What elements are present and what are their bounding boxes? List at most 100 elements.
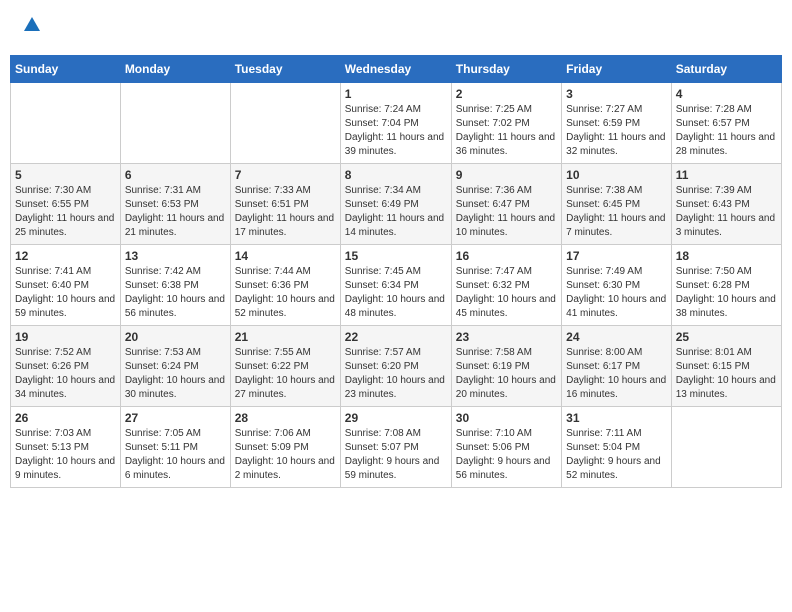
calendar-cell: 11Sunrise: 7:39 AMSunset: 6:43 PMDayligh… bbox=[671, 164, 781, 245]
weekday-header-friday: Friday bbox=[562, 56, 672, 83]
day-number: 4 bbox=[676, 87, 777, 101]
day-number: 13 bbox=[125, 249, 226, 263]
weekday-header-saturday: Saturday bbox=[671, 56, 781, 83]
day-info: Sunrise: 7:38 AMSunset: 6:45 PMDaylight:… bbox=[566, 184, 667, 240]
day-info: Sunrise: 7:50 AMSunset: 6:28 PMDaylight:… bbox=[676, 265, 777, 321]
day-info: Sunrise: 7:25 AMSunset: 7:02 PMDaylight:… bbox=[456, 103, 557, 159]
calendar-cell: 15 Sunrise: 7:45 AMSunset: 6:34 PMDayligh… bbox=[340, 245, 451, 326]
calendar-table: SundayMondayTuesdayWednesdayThursdayFrid… bbox=[10, 55, 782, 488]
week-row-2: 5Sunrise: 7:30 AMSunset: 6:55 PMDaylight… bbox=[11, 164, 782, 245]
calendar-cell: 16Sunrise: 7:47 AMSunset: 6:32 PMDayligh… bbox=[451, 245, 561, 326]
day-info: Sunrise: 7:33 AMSunset: 6:51 PMDaylight:… bbox=[235, 184, 336, 240]
calendar-cell: 10 Sunrise: 7:38 AMSunset: 6:45 PMDayligh… bbox=[562, 164, 672, 245]
day-number: 24 bbox=[566, 330, 667, 344]
day-number: 31 bbox=[566, 411, 667, 425]
page-header bbox=[10, 10, 782, 45]
day-info: Sunrise: 7:28 AMSunset: 6:57 PMDaylight:… bbox=[676, 103, 777, 159]
weekday-header-row: SundayMondayTuesdayWednesdayThursdayFrid… bbox=[11, 56, 782, 83]
day-info: Sunrise: 7:49 AMSunset: 6:30 PMDaylight:… bbox=[566, 265, 667, 321]
day-info: Sunrise: 7:58 AMSunset: 6:19 PMDaylight:… bbox=[456, 346, 557, 402]
day-info: Sunrise: 7:41 AMSunset: 6:40 PMDaylight:… bbox=[15, 265, 116, 321]
day-info: Sunrise: 7:44 AMSunset: 6:36 PMDaylight:… bbox=[235, 265, 336, 321]
calendar-cell bbox=[120, 83, 230, 164]
calendar-cell: 2 Sunrise: 7:25 AMSunset: 7:02 PMDaylight… bbox=[451, 83, 561, 164]
day-number: 19 bbox=[15, 330, 116, 344]
calendar-cell: 19 Sunrise: 7:52 AMSunset: 6:26 PMDayligh… bbox=[11, 326, 121, 407]
day-info: Sunrise: 7:53 AMSunset: 6:24 PMDaylight:… bbox=[125, 346, 226, 402]
calendar-cell: 23 Sunrise: 7:58 AMSunset: 6:19 PMDayligh… bbox=[451, 326, 561, 407]
day-number: 28 bbox=[235, 411, 336, 425]
day-info: Sunrise: 7:55 AMSunset: 6:22 PMDaylight:… bbox=[235, 346, 336, 402]
day-number: 11 bbox=[676, 168, 777, 182]
calendar-cell: 22 Sunrise: 7:57 AMSunset: 6:20 PMDayligh… bbox=[340, 326, 451, 407]
day-number: 14 bbox=[235, 249, 336, 263]
calendar-cell: 6 Sunrise: 7:31 AMSunset: 6:53 PMDaylight… bbox=[120, 164, 230, 245]
calendar-cell bbox=[11, 83, 121, 164]
day-info: Sunrise: 8:00 AMSunset: 6:17 PMDaylight:… bbox=[566, 346, 667, 402]
weekday-header-wednesday: Wednesday bbox=[340, 56, 451, 83]
day-number: 16 bbox=[456, 249, 557, 263]
day-number: 12 bbox=[15, 249, 116, 263]
day-number: 29 bbox=[345, 411, 447, 425]
day-number: 10 bbox=[566, 168, 667, 182]
day-number: 6 bbox=[125, 168, 226, 182]
day-number: 20 bbox=[125, 330, 226, 344]
calendar-cell: 25 Sunrise: 8:01 AMSunset: 6:15 PMDayligh… bbox=[671, 326, 781, 407]
calendar-cell bbox=[671, 407, 781, 488]
day-info: Sunrise: 7:06 AMSunset: 5:09 PMDaylight:… bbox=[235, 427, 336, 483]
week-row-3: 12 Sunrise: 7:41 AMSunset: 6:40 PMDayligh… bbox=[11, 245, 782, 326]
day-info: Sunrise: 7:11 AMSunset: 5:04 PMDaylight:… bbox=[566, 427, 667, 483]
day-number: 27 bbox=[125, 411, 226, 425]
calendar-cell: 31 Sunrise: 7:11 AMSunset: 5:04 PMDayligh… bbox=[562, 407, 672, 488]
day-info: Sunrise: 7:31 AMSunset: 6:53 PMDaylight:… bbox=[125, 184, 226, 240]
calendar-cell: 26Sunrise: 7:03 AMSunset: 5:13 PMDayligh… bbox=[11, 407, 121, 488]
calendar-cell: 30 Sunrise: 7:10 AMSunset: 5:06 PMDayligh… bbox=[451, 407, 561, 488]
day-info: Sunrise: 7:30 AMSunset: 6:55 PMDaylight:… bbox=[15, 184, 116, 240]
day-info: Sunrise: 7:42 AMSunset: 6:38 PMDaylight:… bbox=[125, 265, 226, 321]
day-number: 25 bbox=[676, 330, 777, 344]
weekday-header-sunday: Sunday bbox=[11, 56, 121, 83]
week-row-4: 19 Sunrise: 7:52 AMSunset: 6:26 PMDayligh… bbox=[11, 326, 782, 407]
calendar-cell: 7 Sunrise: 7:33 AMSunset: 6:51 PMDaylight… bbox=[230, 164, 340, 245]
calendar-cell: 13 Sunrise: 7:42 AMSunset: 6:38 PMDayligh… bbox=[120, 245, 230, 326]
day-info: Sunrise: 7:45 AMSunset: 6:34 PMDaylight:… bbox=[345, 265, 447, 321]
day-number: 30 bbox=[456, 411, 557, 425]
day-info: Sunrise: 7:10 AMSunset: 5:06 PMDaylight:… bbox=[456, 427, 557, 483]
day-number: 1 bbox=[345, 87, 447, 101]
logo-icon bbox=[22, 15, 42, 35]
day-number: 3 bbox=[566, 87, 667, 101]
day-number: 15 bbox=[345, 249, 447, 263]
weekday-header-tuesday: Tuesday bbox=[230, 56, 340, 83]
calendar-cell: 21 Sunrise: 7:55 AMSunset: 6:22 PMDayligh… bbox=[230, 326, 340, 407]
calendar-cell: 1 Sunrise: 7:24 AMSunset: 7:04 PMDaylight… bbox=[340, 83, 451, 164]
logo bbox=[20, 15, 42, 40]
day-info: Sunrise: 7:03 AMSunset: 5:13 PMDaylight:… bbox=[15, 427, 116, 483]
day-info: Sunrise: 7:08 AMSunset: 5:07 PMDaylight:… bbox=[345, 427, 447, 483]
day-number: 2 bbox=[456, 87, 557, 101]
day-info: Sunrise: 8:01 AMSunset: 6:15 PMDaylight:… bbox=[676, 346, 777, 402]
calendar-cell: 28 Sunrise: 7:06 AMSunset: 5:09 PMDayligh… bbox=[230, 407, 340, 488]
day-number: 8 bbox=[345, 168, 447, 182]
day-info: Sunrise: 7:24 AMSunset: 7:04 PMDaylight:… bbox=[345, 103, 447, 159]
week-row-5: 26Sunrise: 7:03 AMSunset: 5:13 PMDayligh… bbox=[11, 407, 782, 488]
calendar-cell: 24 Sunrise: 8:00 AMSunset: 6:17 PMDayligh… bbox=[562, 326, 672, 407]
calendar-cell: 14 Sunrise: 7:44 AMSunset: 6:36 PMDayligh… bbox=[230, 245, 340, 326]
calendar-cell bbox=[230, 83, 340, 164]
calendar-cell: 17Sunrise: 7:49 AMSunset: 6:30 PMDayligh… bbox=[562, 245, 672, 326]
calendar-cell: 27Sunrise: 7:05 AMSunset: 5:11 PMDayligh… bbox=[120, 407, 230, 488]
calendar-cell: 18 Sunrise: 7:50 AMSunset: 6:28 PMDayligh… bbox=[671, 245, 781, 326]
weekday-header-monday: Monday bbox=[120, 56, 230, 83]
day-number: 9 bbox=[456, 168, 557, 182]
calendar-cell: 8Sunrise: 7:34 AMSunset: 6:49 PMDaylight… bbox=[340, 164, 451, 245]
day-info: Sunrise: 7:57 AMSunset: 6:20 PMDaylight:… bbox=[345, 346, 447, 402]
day-number: 23 bbox=[456, 330, 557, 344]
calendar-cell: 29 Sunrise: 7:08 AMSunset: 5:07 PMDayligh… bbox=[340, 407, 451, 488]
week-row-1: 1 Sunrise: 7:24 AMSunset: 7:04 PMDaylight… bbox=[11, 83, 782, 164]
day-number: 18 bbox=[676, 249, 777, 263]
calendar-cell: 9Sunrise: 7:36 AMSunset: 6:47 PMDaylight… bbox=[451, 164, 561, 245]
day-info: Sunrise: 7:52 AMSunset: 6:26 PMDaylight:… bbox=[15, 346, 116, 402]
day-number: 21 bbox=[235, 330, 336, 344]
day-info: Sunrise: 7:27 AMSunset: 6:59 PMDaylight:… bbox=[566, 103, 667, 159]
day-number: 22 bbox=[345, 330, 447, 344]
day-number: 7 bbox=[235, 168, 336, 182]
